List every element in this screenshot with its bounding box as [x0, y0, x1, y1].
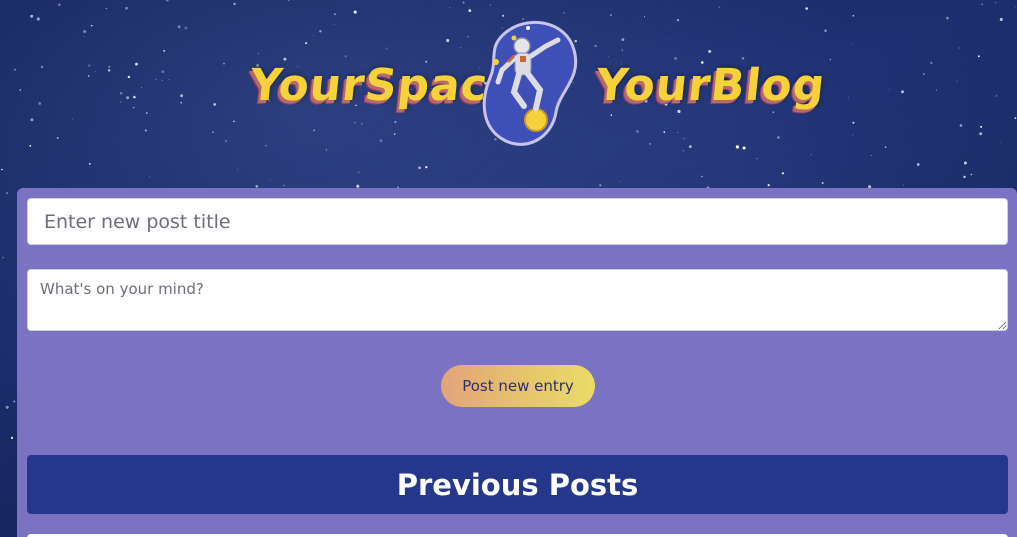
star — [6, 192, 9, 195]
post-title-input[interactable] — [27, 198, 1008, 245]
star — [13, 400, 16, 403]
site-header: YourSpace YourBlog — [0, 0, 1017, 188]
star — [2, 256, 4, 259]
site-logo[interactable]: YourSpace YourBlog — [246, 16, 828, 156]
astronaut-icon — [482, 20, 578, 146]
post-body-textarea[interactable] — [27, 269, 1008, 331]
previous-posts-title: Previous Posts — [396, 467, 639, 502]
star — [5, 405, 9, 409]
logo-text-right: YourBlog — [593, 60, 829, 111]
main-panel: Post new entry Previous Posts — [17, 188, 1017, 537]
previous-posts-header: Previous Posts — [27, 455, 1008, 514]
star — [10, 436, 14, 440]
post-new-entry-button[interactable]: Post new entry — [441, 365, 595, 407]
